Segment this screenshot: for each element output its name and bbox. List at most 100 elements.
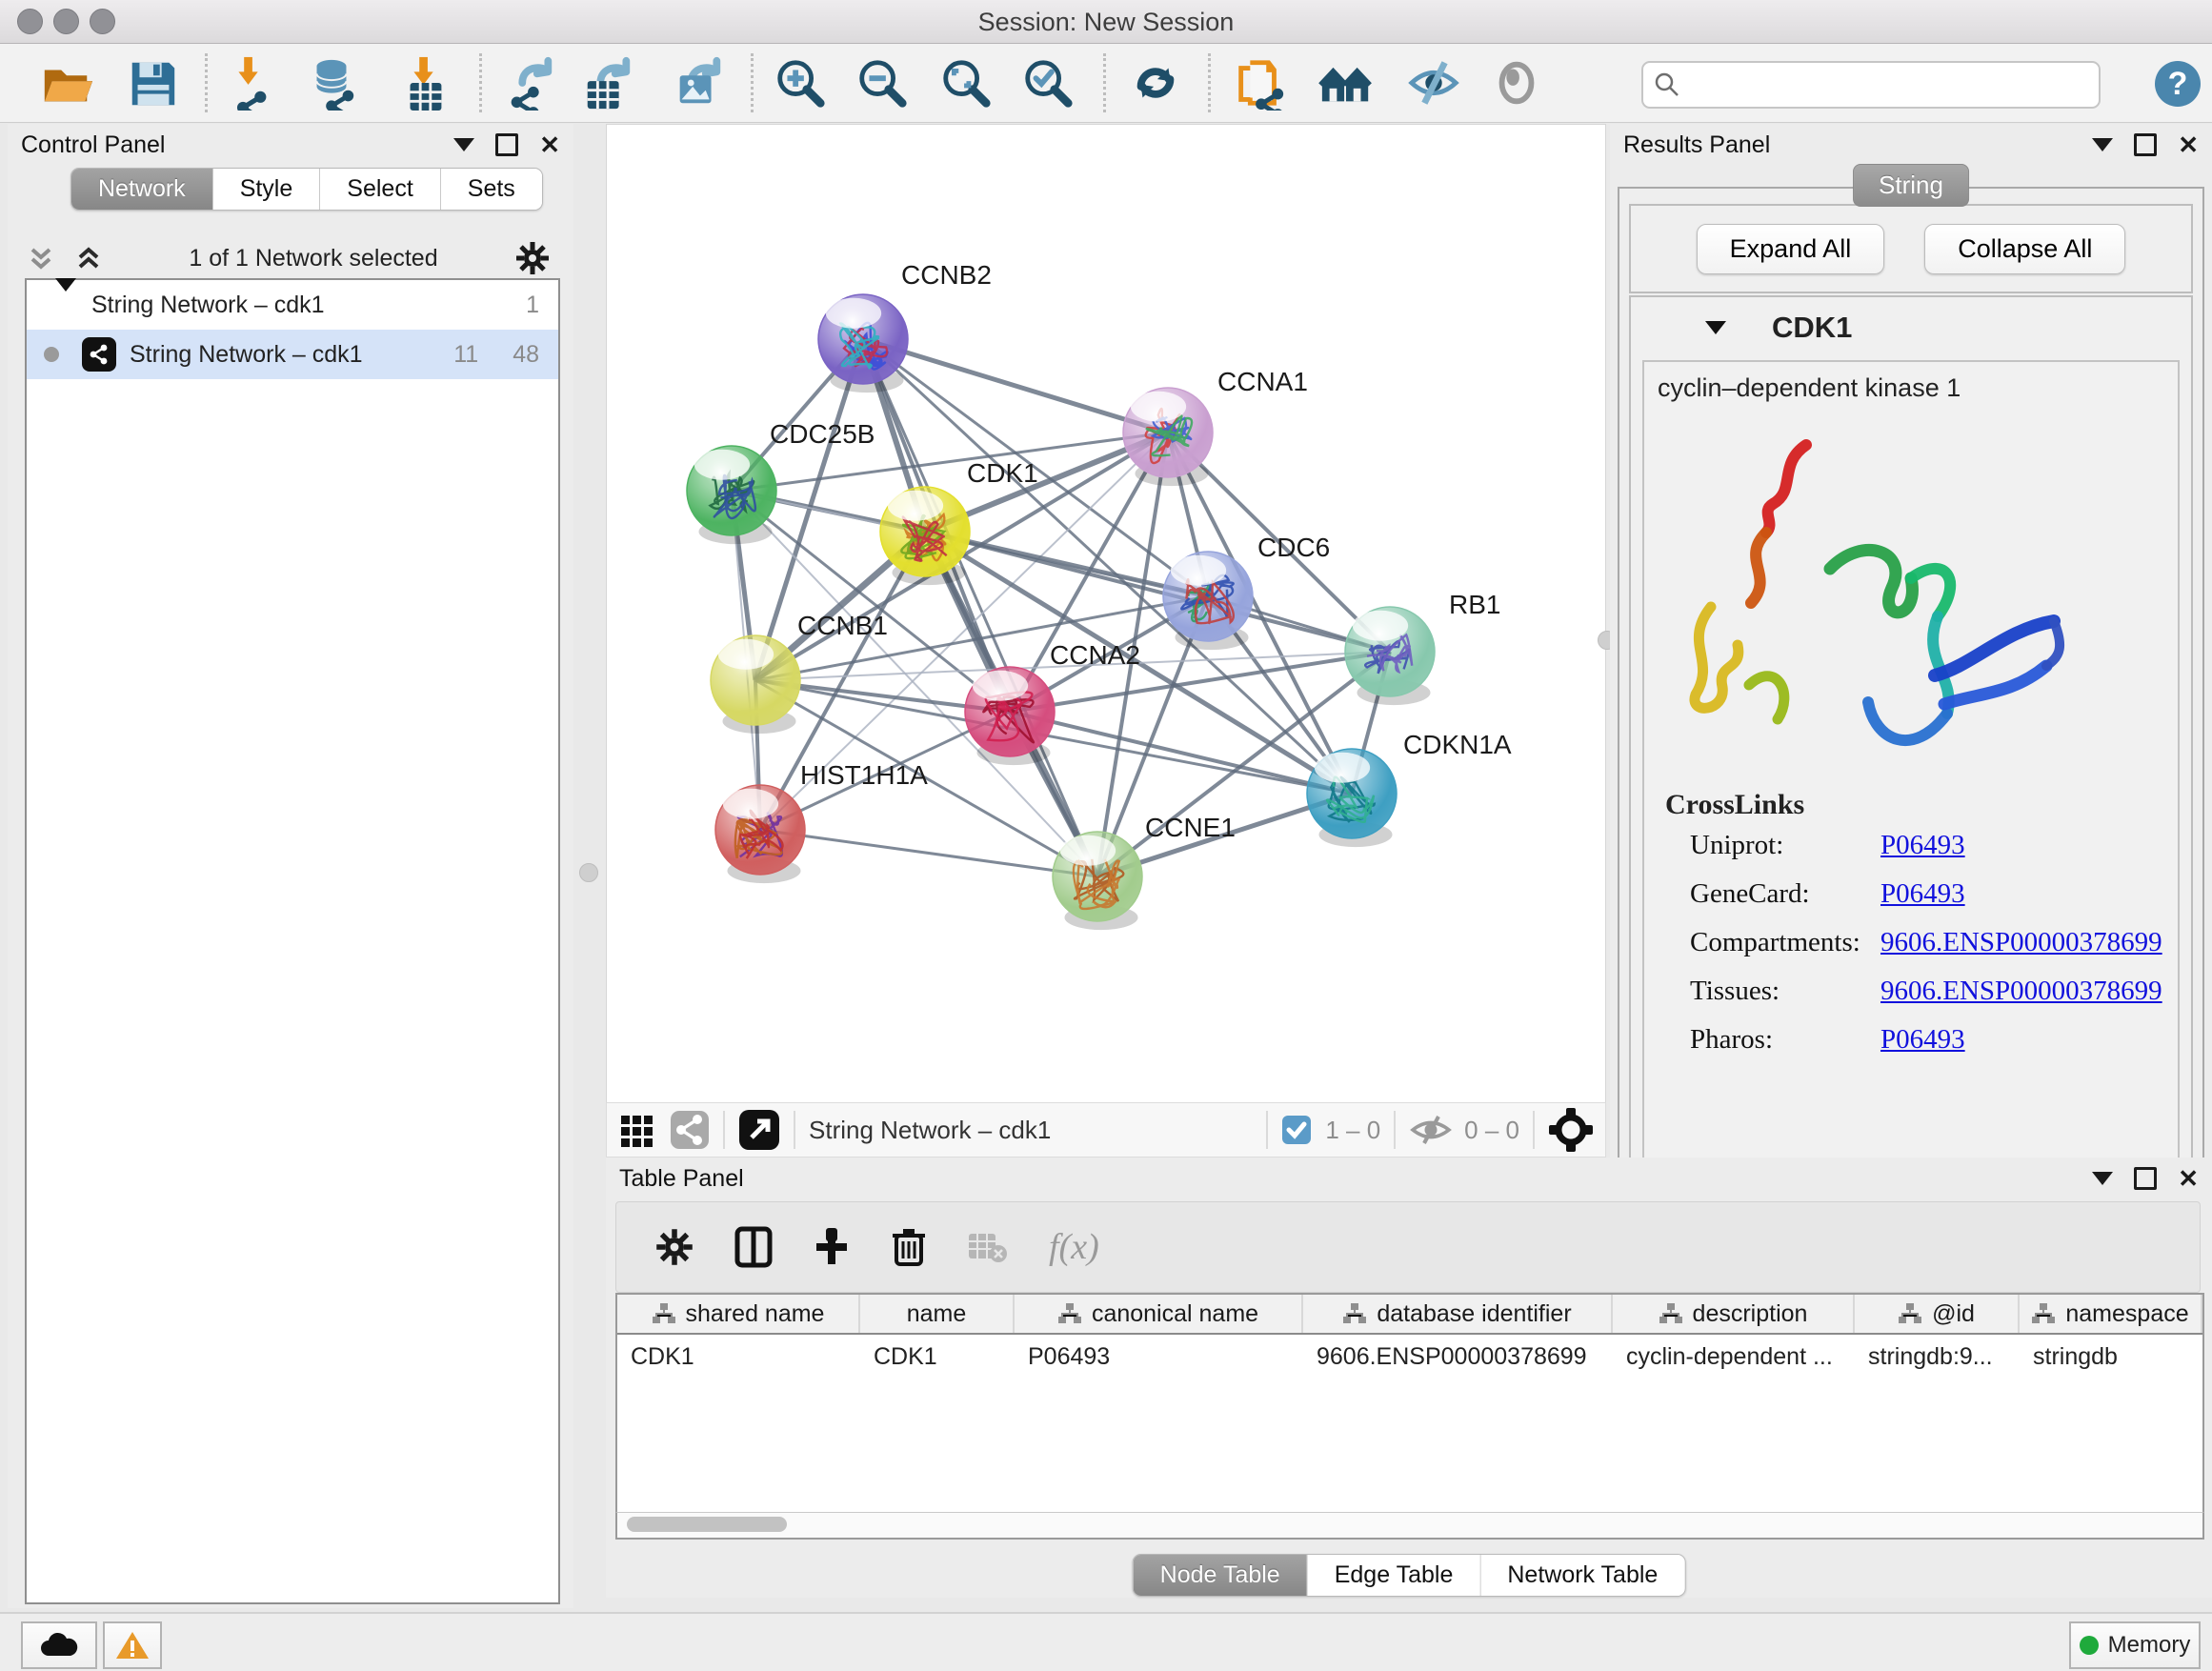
- warnings-button[interactable]: [103, 1621, 162, 1669]
- delete-column-trash-icon[interactable]: [891, 1226, 927, 1268]
- column-header-canonical-name[interactable]: canonical name: [1015, 1295, 1303, 1333]
- birdseye-crosshair-icon[interactable]: [1548, 1107, 1594, 1153]
- column-type-icon: [1898, 1302, 1922, 1325]
- panel-menu-icon[interactable]: [2092, 138, 2113, 151]
- collapse-all-button[interactable]: Collapse All: [1924, 224, 2125, 274]
- network-options-gear-icon[interactable]: [514, 240, 551, 276]
- column-header-namespace[interactable]: namespace: [2020, 1295, 2202, 1333]
- expand-all-tree-icon[interactable]: [72, 242, 105, 274]
- column-header-shared-name[interactable]: shared name: [617, 1295, 860, 1333]
- import-table-button[interactable]: [394, 55, 455, 111]
- zoom-selected-button[interactable]: [1017, 55, 1078, 111]
- table-cell[interactable]: P06493: [1015, 1343, 1303, 1371]
- column-header-database-identifier[interactable]: database identifier: [1303, 1295, 1613, 1333]
- add-column-icon[interactable]: [813, 1226, 851, 1268]
- export-table-button[interactable]: [577, 55, 638, 111]
- column-header-description[interactable]: description: [1613, 1295, 1855, 1333]
- table-cell[interactable]: stringdb:9...: [1855, 1343, 2020, 1371]
- import-network-file-button[interactable]: [219, 55, 280, 111]
- tab-edge-table[interactable]: Edge Table: [1308, 1555, 1481, 1596]
- table-cell[interactable]: CDK1: [860, 1343, 1015, 1371]
- detach-view-icon[interactable]: [738, 1109, 780, 1151]
- scrollbar-thumb[interactable]: [627, 1517, 787, 1532]
- close-panel-icon[interactable]: ✕: [539, 136, 560, 153]
- open-session-button[interactable]: [36, 55, 97, 111]
- crosslink-row: Tissues: 9606.ENSP00000378699: [1644, 967, 2162, 1016]
- horizontal-scrollbar[interactable]: [615, 1512, 2204, 1540]
- control-panel-title: Control Panel: [21, 131, 165, 159]
- table-cell[interactable]: 9606.ENSP00000378699: [1303, 1343, 1613, 1371]
- tab-select[interactable]: Select: [320, 169, 440, 210]
- table-cell[interactable]: cyclin-dependent ...: [1613, 1343, 1855, 1371]
- network-label: String Network – cdk1: [130, 341, 453, 369]
- crosslink-link[interactable]: 9606.ENSP00000378699: [1880, 976, 2162, 1007]
- tab-string[interactable]: String: [1853, 164, 1969, 207]
- splitter-handle[interactable]: [579, 863, 598, 882]
- close-panel-icon[interactable]: ✕: [2178, 136, 2199, 153]
- toolbar-separator: [205, 53, 208, 112]
- crosslink-link[interactable]: P06493: [1880, 830, 1965, 861]
- panel-menu-icon[interactable]: [2092, 1172, 2113, 1185]
- crosslink-link[interactable]: P06493: [1880, 878, 1965, 910]
- node-table: shared namenamecanonical namedatabase id…: [615, 1293, 2204, 1514]
- table-options-gear-icon[interactable]: [654, 1227, 694, 1267]
- zoom-sel-icon: [1020, 55, 1076, 111]
- clone-network-button[interactable]: [1229, 55, 1290, 111]
- selected-checkbox[interactable]: [1281, 1115, 1312, 1145]
- float-panel-icon[interactable]: [495, 133, 518, 156]
- hide-visibility-button[interactable]: [1403, 55, 1464, 111]
- export-network-button[interactable]: [499, 55, 560, 111]
- grid-mode-icon[interactable]: [618, 1111, 656, 1149]
- crosslink-link[interactable]: 9606.ENSP00000378699: [1880, 927, 2162, 958]
- houses-button[interactable]: [1316, 55, 1377, 111]
- zoom-in-button[interactable]: [770, 55, 831, 111]
- export-img-icon: [671, 55, 726, 111]
- panel-menu-icon[interactable]: [453, 138, 474, 151]
- graph-node-RB1: RB1: [1345, 590, 1500, 705]
- eye-disabled-button[interactable]: [1486, 55, 1547, 111]
- table-cell[interactable]: CDK1: [617, 1343, 860, 1371]
- export-image-button[interactable]: [668, 55, 729, 111]
- close-panel-icon[interactable]: ✕: [2178, 1170, 2199, 1187]
- expand-all-button[interactable]: Expand All: [1697, 224, 1885, 274]
- graph-node-HIST1H1A: HIST1H1A: [715, 760, 928, 883]
- apply-layout-button[interactable]: [1125, 55, 1186, 111]
- cloud-button[interactable]: [21, 1621, 97, 1669]
- float-panel-icon[interactable]: [2134, 1167, 2157, 1190]
- help-button[interactable]: ?: [2153, 59, 2202, 109]
- import-network-database-button[interactable]: [301, 55, 362, 111]
- column-header-name[interactable]: name: [860, 1295, 1015, 1333]
- network-row-selected[interactable]: String Network – cdk1 11 48: [27, 330, 558, 379]
- window-title: Session: New Session: [0, 8, 2212, 37]
- toolbar-separator: [1103, 53, 1106, 112]
- tab-sets[interactable]: Sets: [441, 169, 542, 210]
- protein-section-header[interactable]: CDK1: [1631, 297, 2191, 354]
- search-input[interactable]: [1641, 61, 2101, 109]
- memory-button[interactable]: Memory: [2069, 1621, 2201, 1669]
- crosslink-link[interactable]: P06493: [1880, 1024, 1965, 1056]
- tab-network[interactable]: Network: [71, 169, 213, 210]
- results-panel: Results Panel ✕ String Expand All Collap…: [1610, 124, 2212, 1158]
- tab-network-table[interactable]: Network Table: [1480, 1555, 1684, 1596]
- graph-node-CDC6: CDC6: [1163, 533, 1330, 650]
- save-session-button[interactable]: [122, 55, 183, 111]
- network-collection-row[interactable]: String Network – cdk1 1: [27, 280, 558, 330]
- column-type-icon: [2031, 1302, 2056, 1325]
- zoom-fit-button[interactable]: [935, 55, 996, 111]
- tab-node-table[interactable]: Node Table: [1134, 1555, 1308, 1596]
- collapse-all-tree-icon[interactable]: [25, 242, 57, 274]
- collection-label: String Network – cdk1: [91, 292, 526, 319]
- show-columns-icon[interactable]: [734, 1226, 773, 1268]
- table-row[interactable]: CDK1CDK1P064939606.ENSP00000378699cyclin…: [617, 1335, 2202, 1379]
- network-view[interactable]: CCNB2CCNA1CDC25BCDK1CDC6RB1CCNB1CCNA2CDK…: [606, 124, 1606, 1104]
- table-cell[interactable]: stringdb: [2020, 1343, 2202, 1371]
- tab-style[interactable]: Style: [213, 169, 321, 210]
- hidden-eye-slash-icon[interactable]: [1409, 1114, 1453, 1146]
- float-panel-icon[interactable]: [2134, 133, 2157, 156]
- protein-structure-image: [1654, 416, 2101, 788]
- zoom-out-button[interactable]: [852, 55, 913, 111]
- memory-status-dot: [2080, 1636, 2099, 1655]
- status-bar: Memory: [0, 1612, 2212, 1671]
- cloud-icon: [39, 1631, 79, 1660]
- column-header--id[interactable]: @id: [1855, 1295, 2020, 1333]
